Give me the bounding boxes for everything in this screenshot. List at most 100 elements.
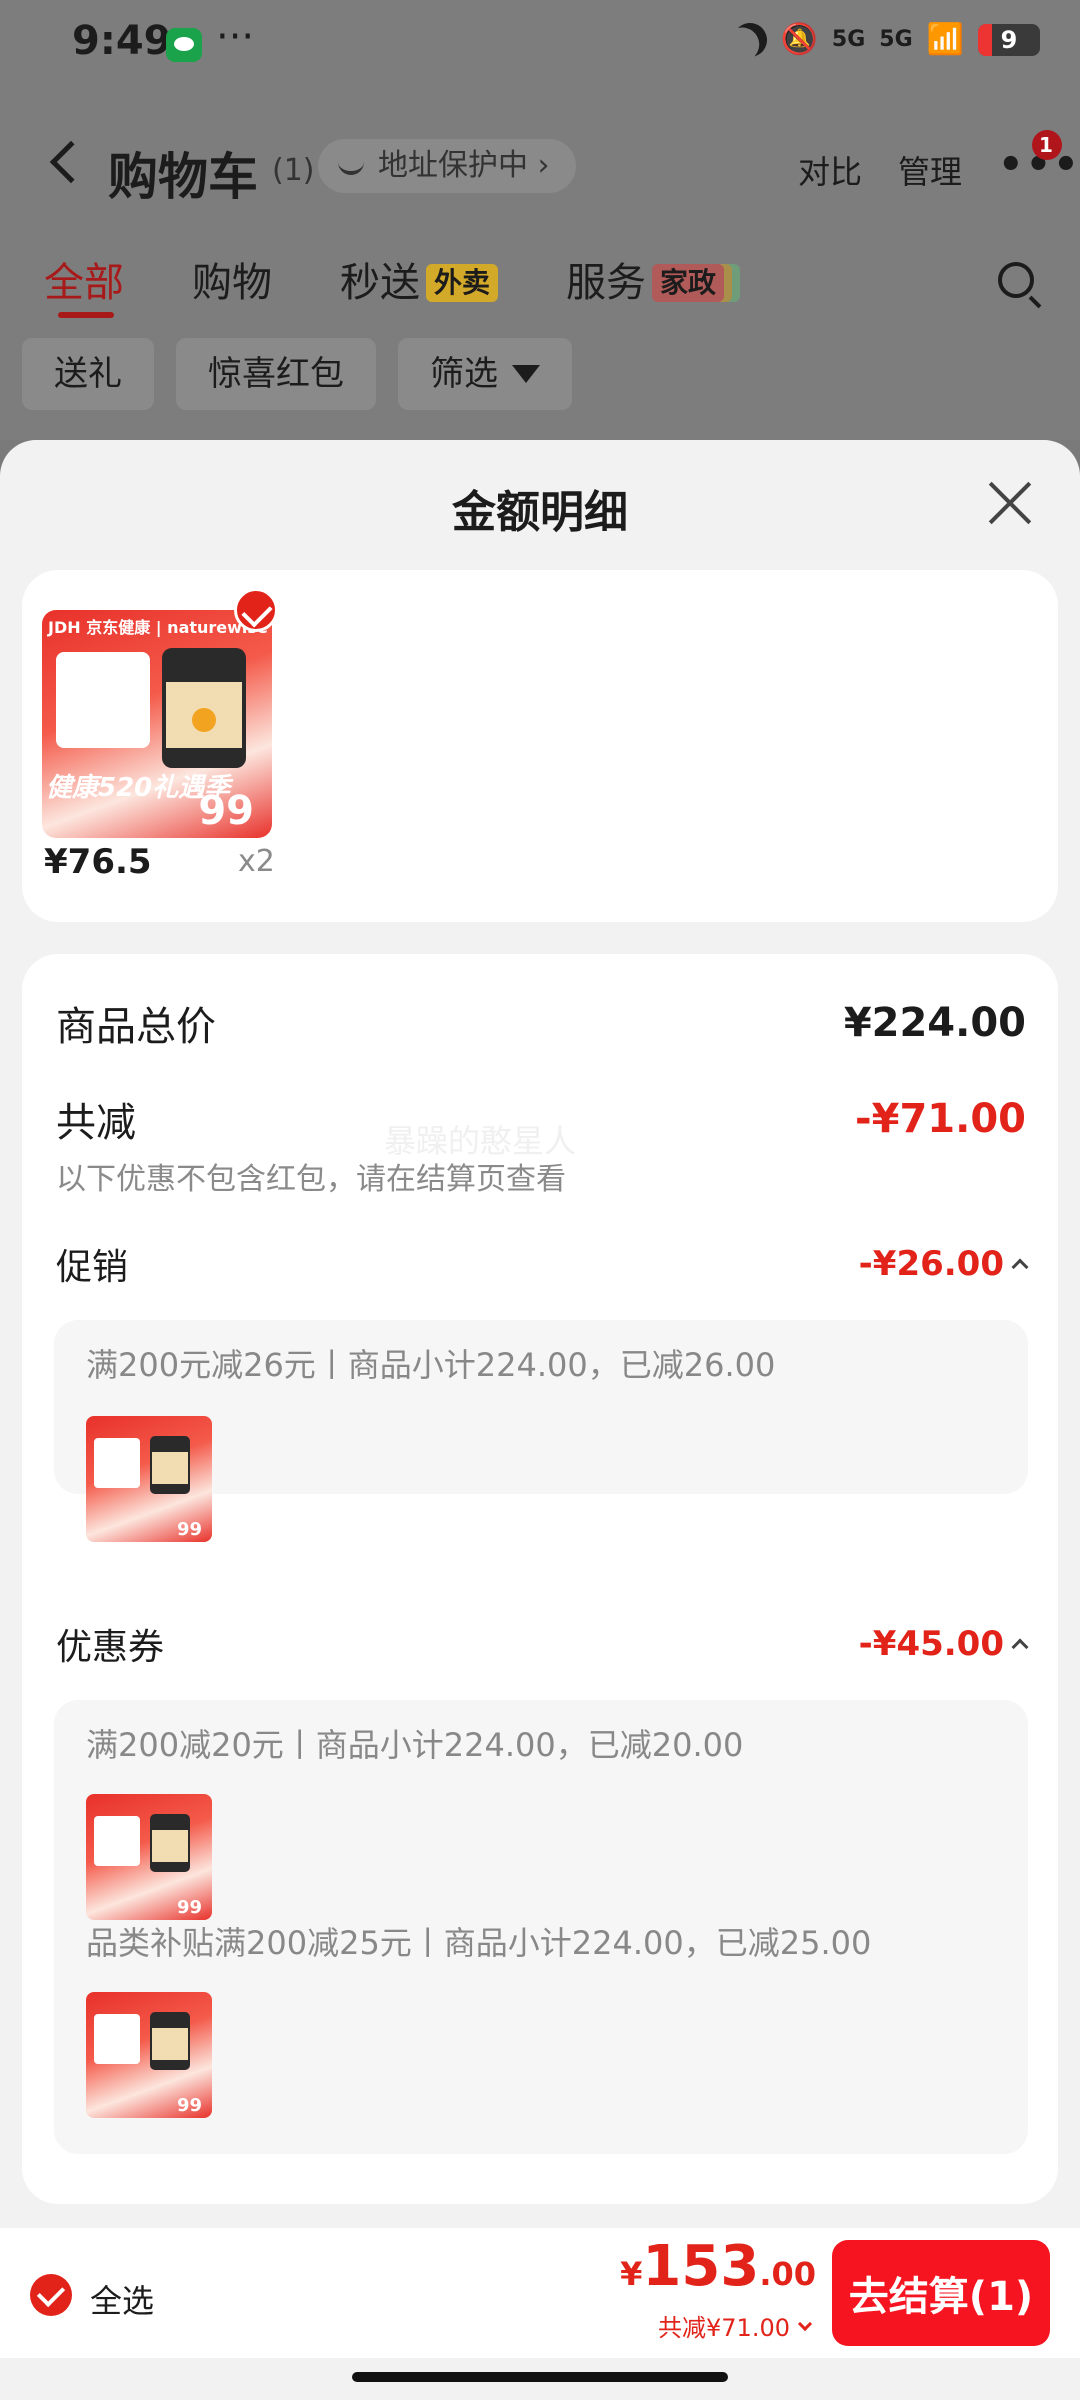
product-check-icon[interactable] (234, 588, 278, 632)
home-indicator[interactable] (352, 2372, 728, 2382)
chevron-down-icon (797, 2316, 813, 2331)
chevron-up-icon[interactable] (1011, 1258, 1029, 1276)
red-packet-chip-label: 惊喜红包 (208, 354, 344, 394)
search-icon[interactable] (998, 262, 1034, 298)
header-actions: 对比 管理 ••• 1 (798, 130, 1079, 193)
coupon-value-group: -¥45.00 (858, 1624, 1029, 1664)
funnel-icon (512, 365, 540, 383)
promotion-detail-box: 满200元减26元丨商品小计224.00，已减26.00 99 (54, 1320, 1028, 1542)
total-price-value: ¥224.00 (843, 1000, 1026, 1046)
total-price-row: 商品总价 ¥224.00 (56, 994, 1026, 1052)
vitamin-bottle-image (162, 648, 246, 768)
cart-header: 购物车 (1) 地址保护中 › 对比 管理 ••• 1 (0, 125, 1080, 215)
signal-icon-1: 5G (831, 27, 866, 52)
page-title: 购物车 (108, 148, 258, 206)
coupon-value: -¥45.00 (858, 1624, 1004, 1664)
coupon-product-thumbnail-2: 99 (86, 1992, 212, 2118)
tab-shopping[interactable]: 购物 (192, 248, 272, 318)
do-not-disturb-icon (726, 16, 772, 62)
amount-detail-sheet: 金额明细 JDH 京东健康 | naturewise 健康520礼遇季 99 ¥… (0, 440, 1080, 2400)
status-indicators: 🔕 5G 5G 📶 9 (733, 22, 1040, 57)
wifi-icon: 📶 (926, 22, 964, 57)
coupon-detail-box: 满200减20元丨商品小计224.00，已减20.00 99 品类补贴满200减… (54, 1700, 1028, 2154)
total-amount: ¥ 153 .00 (620, 2234, 816, 2299)
promotion-row[interactable]: 促销 -¥26.00 (56, 1238, 1029, 1290)
tab-all[interactable]: 全部 (44, 248, 124, 318)
takeout-tag: 外卖 (426, 264, 499, 302)
tab-instant-delivery-label: 秒送 (340, 260, 420, 306)
select-all-checkbox[interactable] (30, 2274, 72, 2316)
checkout-button[interactable]: 去结算(1) (832, 2240, 1050, 2346)
cart-tabs: 全部 购物 秒送 外卖 服务 家政 (44, 248, 792, 318)
tab-service[interactable]: 服务 家政 (566, 248, 725, 318)
discount-label: 共减 (56, 1100, 136, 1146)
tab-shopping-label: 购物 (192, 260, 272, 306)
cart-count: (1) (272, 153, 315, 188)
gift-chip-label: 送礼 (54, 354, 122, 394)
total-price-label: 商品总价 (56, 1004, 216, 1050)
product-image[interactable]: JDH 京东健康 | naturewise 健康520礼遇季 99 (42, 610, 272, 838)
price-detail-card: 商品总价 ¥224.00 共减 -¥71.00 暴躁的憨星人 以下优惠不包含红包… (22, 954, 1058, 2204)
manage-button[interactable]: 管理 (898, 147, 962, 193)
coupon-product-thumbnail-1: 99 (86, 1794, 212, 1920)
thumb-bottle (150, 2012, 190, 2070)
select-all-label[interactable]: 全选 (90, 2276, 154, 2322)
product-quantity: x2 (238, 844, 275, 879)
wechat-icon (166, 28, 202, 62)
thumb-badge-number: 99 (176, 1519, 202, 1540)
thumb-panel (94, 2014, 140, 2064)
product-info-panel (56, 652, 150, 748)
filter-chips: 送礼 惊喜红包 筛选 (22, 338, 572, 410)
coupon-line-2: 品类补贴满200减25元丨商品小计224.00，已减25.00 (86, 1924, 872, 1962)
mute-icon: 🔕 (780, 22, 818, 57)
checkout-bar: 全选 ¥ 153 .00 共减¥71.00 去结算(1) (0, 2228, 1080, 2358)
discount-value: -¥71.00 (855, 1096, 1026, 1142)
total-integer: 153 (642, 2234, 760, 2299)
back-icon[interactable] (49, 140, 93, 184)
status-more-dots: ··· (216, 14, 255, 60)
total-savings-toggle[interactable]: 共减¥71.00 (658, 2308, 813, 2343)
sheet-title: 金额明细 (452, 487, 628, 538)
signal-icon-2: 5G (879, 27, 913, 52)
status-bar: 9:49 ··· 🔕 5G 5G 📶 9 (0, 0, 1080, 95)
thumb-panel (94, 1816, 140, 1866)
promotion-value-group: -¥26.00 (858, 1244, 1029, 1284)
more-icon[interactable]: ••• 1 (998, 130, 1079, 190)
promotion-line: 满200元减26元丨商品小计224.00，已减26.00 (86, 1346, 776, 1384)
product-price: ¥76.5 (44, 842, 152, 882)
filter-chip-label: 筛选 (430, 354, 498, 394)
total-savings-text: 共减¥71.00 (658, 2314, 790, 2342)
total-decimal: .00 (759, 2255, 816, 2293)
red-packet-chip[interactable]: 惊喜红包 (176, 338, 376, 410)
address-protection-pill[interactable]: 地址保护中 › (318, 139, 576, 193)
tab-all-label: 全部 (44, 260, 124, 306)
promotion-value: -¥26.00 (858, 1244, 1004, 1284)
battery-icon: 9 (978, 23, 1040, 56)
thumb-badge-number: 99 (176, 2095, 202, 2116)
tab-instant-delivery[interactable]: 秒送 外卖 (340, 248, 499, 318)
promotion-product-thumbnail: 99 (86, 1416, 212, 1542)
shield-icon (338, 155, 364, 175)
chevron-up-icon[interactable] (1011, 1638, 1029, 1656)
total-currency: ¥ (620, 2255, 643, 2293)
housekeeping-tag: 家政 (652, 264, 725, 302)
product-card: JDH 京东健康 | naturewise 健康520礼遇季 99 ¥76.5 … (22, 570, 1058, 922)
discount-note: 以下优惠不包含红包，请在结算页查看 (56, 1162, 566, 1197)
coupon-row[interactable]: 优惠券 -¥45.00 (56, 1618, 1029, 1670)
coupon-label: 优惠券 (56, 1627, 165, 1668)
notification-badge: 1 (1032, 130, 1062, 160)
tab-service-label: 服务 (566, 260, 647, 306)
coupon-line-1: 满200减20元丨商品小计224.00，已减20.00 (86, 1726, 744, 1764)
compare-button[interactable]: 对比 (798, 147, 862, 193)
thumb-bottle (150, 1436, 190, 1494)
gift-chip[interactable]: 送礼 (22, 338, 154, 410)
filter-chip[interactable]: 筛选 (398, 338, 572, 410)
promotion-label: 促销 (56, 1247, 129, 1288)
close-icon[interactable] (982, 476, 1036, 530)
thumb-panel (94, 1438, 140, 1488)
product-badge-number: 99 (198, 788, 254, 834)
status-time: 9:49 (72, 18, 172, 64)
address-protection-label: 地址保护中 › (378, 148, 550, 183)
battery-level: 9 (1000, 25, 1018, 54)
thumb-bottle (150, 1814, 190, 1872)
